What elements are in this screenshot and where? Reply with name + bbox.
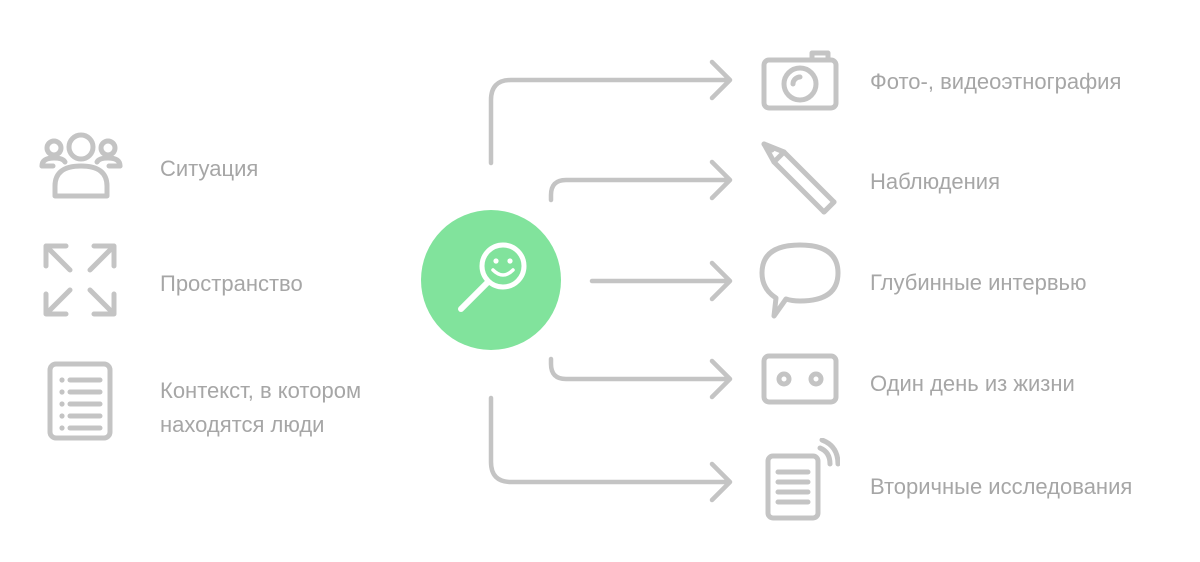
label-secondary: Вторичные исследования (870, 474, 1133, 499)
label-one-day: Один день из жизни (870, 371, 1075, 396)
arrow-to-bubble (589, 260, 733, 302)
label-photo: Фото-, видеоэтнография (870, 69, 1122, 94)
document-signal-icon (764, 438, 840, 522)
pen-icon (758, 138, 844, 224)
center-circle (421, 210, 561, 350)
camera-icon (760, 48, 840, 112)
label-interview: Глубинные интервью (870, 270, 1087, 295)
speech-bubble-icon (758, 240, 842, 320)
label-observation: Наблюдения (870, 169, 1001, 194)
arrow-to-cassette (548, 356, 733, 400)
arrow-to-pen (548, 159, 733, 203)
cassette-icon (760, 352, 840, 406)
arrow-to-document (488, 395, 733, 503)
arrow-to-camera (488, 59, 733, 166)
